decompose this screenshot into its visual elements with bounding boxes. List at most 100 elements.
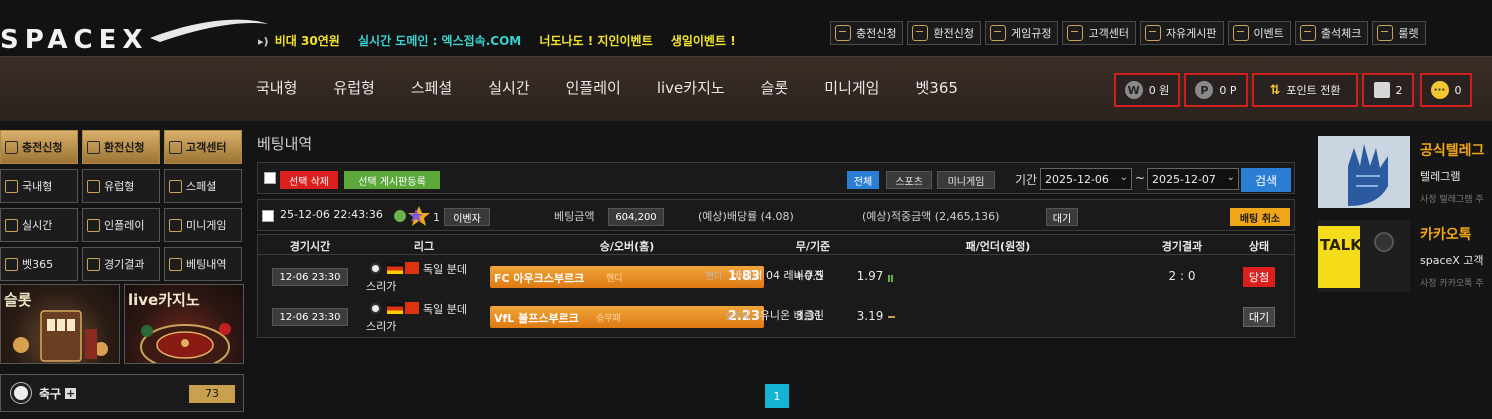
delete-selected-button[interactable]: 선택 삭제 xyxy=(280,171,338,189)
side-live[interactable]: 실시간 xyxy=(0,208,78,242)
marquee-item: 비대 30연원 xyxy=(274,34,340,48)
side-bet-history[interactable]: 베팅내역 xyxy=(164,247,242,281)
side-button-label: 인플레이 xyxy=(104,219,145,232)
post-selected-button[interactable]: 선택 게시판등록 xyxy=(344,171,440,189)
toplink-label: 고객센터 xyxy=(1088,27,1129,40)
nav-live-casino[interactable]: live카지노 xyxy=(657,77,725,98)
notes-button[interactable]: 2 xyxy=(1362,73,1414,107)
sport-label: 축구 xyxy=(39,386,62,401)
side-button-label: 미니게임 xyxy=(186,219,227,232)
toplink-rules[interactable]: 게임규정 xyxy=(984,21,1059,45)
side-european[interactable]: 유럽형 xyxy=(82,169,160,203)
bet-checkbox[interactable] xyxy=(262,210,274,222)
germany-flag-icon xyxy=(387,303,403,314)
date-from-select[interactable]: 2025-12-06 ⌄ xyxy=(1040,168,1132,190)
point-convert-label: 포인트 전환 xyxy=(1286,84,1341,97)
league-name-cont: 스리가 xyxy=(366,320,397,333)
league-cell: 독일 분데 스리가 xyxy=(366,301,467,333)
point-balance[interactable]: P 0 P xyxy=(1184,73,1248,107)
toplink-board[interactable]: 자유게시판 xyxy=(1139,21,1224,45)
cart-icon xyxy=(169,257,182,271)
filter-minigame-tab[interactable]: 미니게임 xyxy=(937,171,995,189)
home-team: VfL 볼프스부르크 xyxy=(494,312,579,325)
side-bet365[interactable]: 벳365 xyxy=(0,247,78,281)
kakaotalk-ad[interactable]: TALK 카카오톡 spaceX 고객 사정 카카오톡 주 xyxy=(1306,216,1492,296)
tv-icon xyxy=(5,257,18,271)
away-odds: 3.19 xyxy=(856,309,884,323)
side-button-label: 베팅내역 xyxy=(186,258,227,271)
status-badge: 당첨 xyxy=(1243,267,1275,287)
game-type-box: 이벤자 xyxy=(444,208,490,226)
main-nav: 국내형 유럽형 스페셜 실시간 인플레이 live카지노 슬롯 미니게임 벳36… xyxy=(256,77,994,98)
money-value: 0 원 xyxy=(1148,84,1170,97)
kakao-thumb-text: TALK xyxy=(1320,236,1363,254)
results-icon xyxy=(87,257,100,271)
messages-button[interactable]: ··· 0 xyxy=(1420,73,1472,107)
toplink-deposit[interactable]: 충전신청 xyxy=(830,21,904,45)
side-special[interactable]: 스페셜 xyxy=(164,169,242,203)
nav-bet365[interactable]: 벳365 xyxy=(915,77,957,98)
marquee-item: 생일이벤트 ! xyxy=(670,34,736,48)
search-button[interactable]: 검색 xyxy=(1241,168,1291,192)
side-results[interactable]: 경기결과 xyxy=(82,247,160,281)
cancel-bet-button[interactable]: 배팅 취소 xyxy=(1230,208,1290,226)
spacex-logo[interactable]: SPACEX xyxy=(0,18,270,52)
messages-count: 0 xyxy=(1454,83,1462,97)
match-time: 12-06 23:30 xyxy=(272,268,348,286)
live-casino-promo-banner[interactable]: live카지노 xyxy=(124,284,244,364)
date-to-select[interactable]: 2025-12-07 ⌄ xyxy=(1147,168,1239,190)
toplink-attendance[interactable]: 출석체크 xyxy=(1294,21,1369,45)
toplink-withdraw[interactable]: 환전신청 xyxy=(907,21,981,45)
marquee-item: 너도나도 ! 지인이벤트 xyxy=(539,34,653,48)
side-domestic[interactable]: 국내형 xyxy=(0,169,78,203)
nav-slot[interactable]: 슬롯 xyxy=(761,77,789,98)
away-cell: 승무패 유니온 베를린 xyxy=(725,307,824,323)
nav-european[interactable]: 유럽형 xyxy=(333,77,374,98)
date-separator: ~ xyxy=(1135,171,1146,185)
side-inplay[interactable]: 인플레이 xyxy=(82,208,160,242)
side-withdraw-button[interactable]: 환전신청 xyxy=(82,130,160,164)
toplink-label: 이벤트 xyxy=(1253,27,1284,40)
soccer-icon xyxy=(5,179,18,193)
sport-soccer-row[interactable]: 축구 + 73 xyxy=(0,374,244,412)
gift-icon xyxy=(1232,25,1249,41)
side-support-button[interactable]: 고객센터 xyxy=(164,130,242,164)
toplink-roulette[interactable]: 룰렛 xyxy=(1372,21,1426,45)
side-deposit-button[interactable]: 충전신청 xyxy=(0,130,78,164)
telegram-ad[interactable]: 공식텔레그 텔레그램 사정 텔레그램 주 xyxy=(1306,132,1492,212)
date-to-value: 2025-12-07 xyxy=(1152,172,1216,186)
toplink-support[interactable]: 고객센터 xyxy=(1062,21,1136,45)
away-label: 핸디 xyxy=(705,272,723,282)
ad-note: 사정 텔레그램 주 xyxy=(1420,195,1484,205)
chevron-down-icon: ⌄ xyxy=(1119,172,1128,183)
sport-count: 73 xyxy=(189,385,235,403)
toplink-label: 충전신청 xyxy=(856,27,897,40)
expand-plus-icon[interactable]: + xyxy=(65,387,77,399)
slip-badge: 1 xyxy=(433,211,440,224)
promo-label: live카지노 xyxy=(128,291,200,309)
nav-minigame[interactable]: 미니게임 xyxy=(824,77,879,98)
select-all-checkbox[interactable] xyxy=(264,172,276,184)
away-odds: 1.97 xyxy=(856,269,884,283)
point-convert-button[interactable]: ⇅ 포인트 전환 xyxy=(1252,73,1358,107)
pagination-page-1[interactable]: 1 xyxy=(765,384,789,408)
bookmark-icon xyxy=(1373,82,1390,98)
slot-promo-banner[interactable]: 슬롯 xyxy=(0,284,120,364)
filter-all-tab[interactable]: 전체 xyxy=(847,171,879,189)
side-button-label: 실시간 xyxy=(22,219,53,232)
toplink-event[interactable]: 이벤트 xyxy=(1227,21,1291,45)
nav-domestic[interactable]: 국내형 xyxy=(256,77,297,98)
table-row: 12-06 23:30 독일 분데 스리가 FC 아우크스부르크 핸디 1.83… xyxy=(258,257,1294,295)
nav-live[interactable]: 실시간 xyxy=(488,77,529,98)
kakaotalk-thumb: TALK xyxy=(1318,220,1410,292)
filter-sports-tab[interactable]: 스포츠 xyxy=(886,171,932,189)
wallet-icon xyxy=(5,140,18,154)
cash-icon xyxy=(87,140,100,154)
side-minigame[interactable]: 미니게임 xyxy=(164,208,242,242)
nav-inplay[interactable]: 인플레이 xyxy=(566,77,621,98)
notes-count: 2 xyxy=(1395,83,1403,97)
money-balance[interactable]: W 0 원 xyxy=(1114,73,1180,107)
star-burst-icon xyxy=(408,206,430,226)
nav-special[interactable]: 스페셜 xyxy=(411,77,452,98)
league-name: 독일 분데 xyxy=(423,303,467,316)
